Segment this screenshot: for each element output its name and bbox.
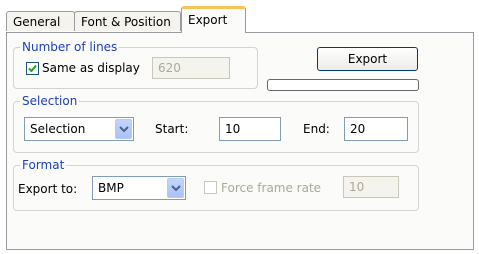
tab-font-position[interactable]: Font & Position xyxy=(74,11,181,31)
export-button[interactable]: Export xyxy=(317,47,418,71)
frame-rate-input[interactable]: 10 xyxy=(343,176,399,198)
tab-export[interactable]: Export xyxy=(181,6,246,33)
start-label: Start: xyxy=(155,122,189,136)
same-as-display-checkbox[interactable] xyxy=(26,62,39,75)
export-tab-panel: Number of lines Same as display 620 Expo… xyxy=(6,32,474,250)
format-title: Format xyxy=(20,158,67,172)
selection-mode-value: Selection xyxy=(30,122,86,136)
export-progress-bar xyxy=(267,79,419,91)
number-of-lines-title: Number of lines xyxy=(20,40,120,54)
selection-mode-dropdown[interactable]: Selection xyxy=(24,117,134,141)
selection-title: Selection xyxy=(20,94,80,108)
start-input[interactable]: 10 xyxy=(219,117,281,141)
end-label: End: xyxy=(303,122,330,136)
lines-count-input[interactable]: 620 xyxy=(152,57,230,79)
export-format-value: BMP xyxy=(98,181,124,195)
chevron-down-icon[interactable] xyxy=(167,178,184,198)
checkmark-icon xyxy=(28,64,37,73)
force-frame-rate-checkbox[interactable] xyxy=(204,181,217,194)
force-frame-rate-label: Force frame rate xyxy=(221,181,322,195)
end-input[interactable]: 20 xyxy=(344,117,408,141)
tab-general[interactable]: General xyxy=(6,11,75,31)
same-as-display-label: Same as display xyxy=(42,61,140,75)
selection-group: Selection Selection Start: 10 End: 20 xyxy=(13,94,419,153)
format-group: Format Export to: BMP Force frame rate 1… xyxy=(13,158,419,211)
number-of-lines-group: Number of lines Same as display 620 xyxy=(13,40,258,89)
chevron-down-icon[interactable] xyxy=(115,119,132,139)
export-format-dropdown[interactable]: BMP xyxy=(92,176,186,200)
export-to-label: Export to: xyxy=(18,182,78,196)
